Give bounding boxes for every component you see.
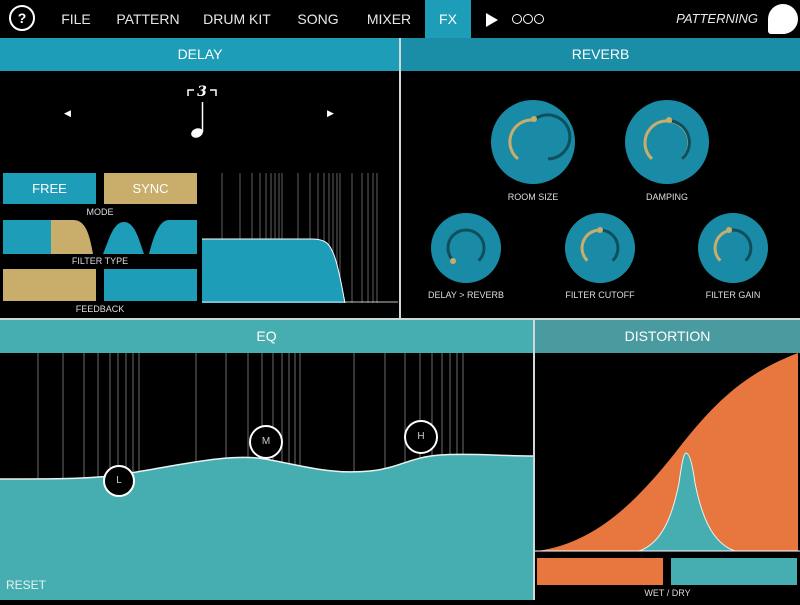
room-size-label: ROOM SIZE xyxy=(507,192,559,202)
room-size-knob[interactable] xyxy=(491,100,575,184)
note-triplet-number: 3 xyxy=(197,84,207,100)
filter-gain-knob[interactable] xyxy=(698,213,768,283)
mode-free-button[interactable]: FREE xyxy=(3,173,96,204)
play-icon[interactable] xyxy=(486,13,498,27)
mode-sync-button[interactable]: SYNC xyxy=(104,173,197,204)
feedback-label: FEEDBACK xyxy=(75,304,125,314)
menu-file[interactable]: FILE xyxy=(50,0,102,38)
filter-cutoff-knob[interactable] xyxy=(565,213,635,283)
pattern-dot-icon[interactable] xyxy=(523,14,533,24)
pattern-dot-icon[interactable] xyxy=(512,14,522,24)
distortion-wet-dry-slider[interactable] xyxy=(671,558,797,585)
eq-high-handle[interactable]: H xyxy=(404,420,438,454)
delay-header: DELAY xyxy=(0,38,400,71)
filter-type-selector[interactable] xyxy=(3,220,197,254)
menu-pattern[interactable]: PATTERN xyxy=(106,0,190,38)
note-value-display: 3 xyxy=(184,84,220,142)
reverb-panel: REVERB ROOM SIZE DAMPING DELAY > REVERB xyxy=(401,38,800,318)
pattern-dot-icon[interactable] xyxy=(534,14,544,24)
eq-panel: EQ L M H RESET xyxy=(0,320,534,600)
distortion-curve-graph[interactable] xyxy=(535,353,800,553)
delay-filter-graph[interactable] xyxy=(202,173,398,304)
eq-mid-handle[interactable]: M xyxy=(249,425,283,459)
next-note-arrow-icon[interactable]: ▶ xyxy=(327,108,334,119)
eq-low-handle[interactable]: L xyxy=(103,465,135,497)
help-button[interactable]: ? xyxy=(9,5,35,31)
wet-dry-label: WET / DRY xyxy=(644,588,691,598)
menu-mixer[interactable]: MIXER xyxy=(356,0,422,38)
app-brand: PATTERNING xyxy=(676,11,758,26)
delay-reverb-knob[interactable] xyxy=(431,213,501,283)
eq-reset-button[interactable]: RESET xyxy=(6,578,46,592)
delay-reverb-label: DELAY > REVERB xyxy=(428,290,504,300)
mode-label: MODE xyxy=(86,207,114,217)
menu-song[interactable]: SONG xyxy=(286,0,350,38)
top-menu-bar: ? FILE PATTERN DRUM KIT SONG MIXER FX PA… xyxy=(0,0,800,38)
menu-fx[interactable]: FX xyxy=(425,0,471,38)
filter-gain-label: FILTER GAIN xyxy=(705,290,761,300)
feedback-left-slider[interactable] xyxy=(3,269,96,301)
prev-note-arrow-icon[interactable]: ◀ xyxy=(64,108,71,119)
eq-graph[interactable] xyxy=(0,353,534,600)
delay-panel: DELAY ◀ ▶ 3 FREE SYNC MODE FILTER TYPE F… xyxy=(0,38,400,318)
damping-label: DAMPING xyxy=(645,192,688,202)
app-logo[interactable] xyxy=(768,4,798,34)
reverb-header: REVERB xyxy=(401,38,800,71)
menu-drum-kit[interactable]: DRUM KIT xyxy=(196,0,278,38)
distortion-amount-slider[interactable] xyxy=(537,558,663,585)
damping-knob[interactable] xyxy=(625,100,709,184)
distortion-header: DISTORTION xyxy=(535,320,800,353)
filter-cutoff-label: FILTER CUTOFF xyxy=(565,290,635,300)
distortion-panel: DISTORTION WET / DRY xyxy=(535,320,800,600)
filter-type-label: FILTER TYPE xyxy=(71,256,129,266)
eq-header: EQ xyxy=(0,320,533,353)
feedback-right-slider[interactable] xyxy=(104,269,197,301)
